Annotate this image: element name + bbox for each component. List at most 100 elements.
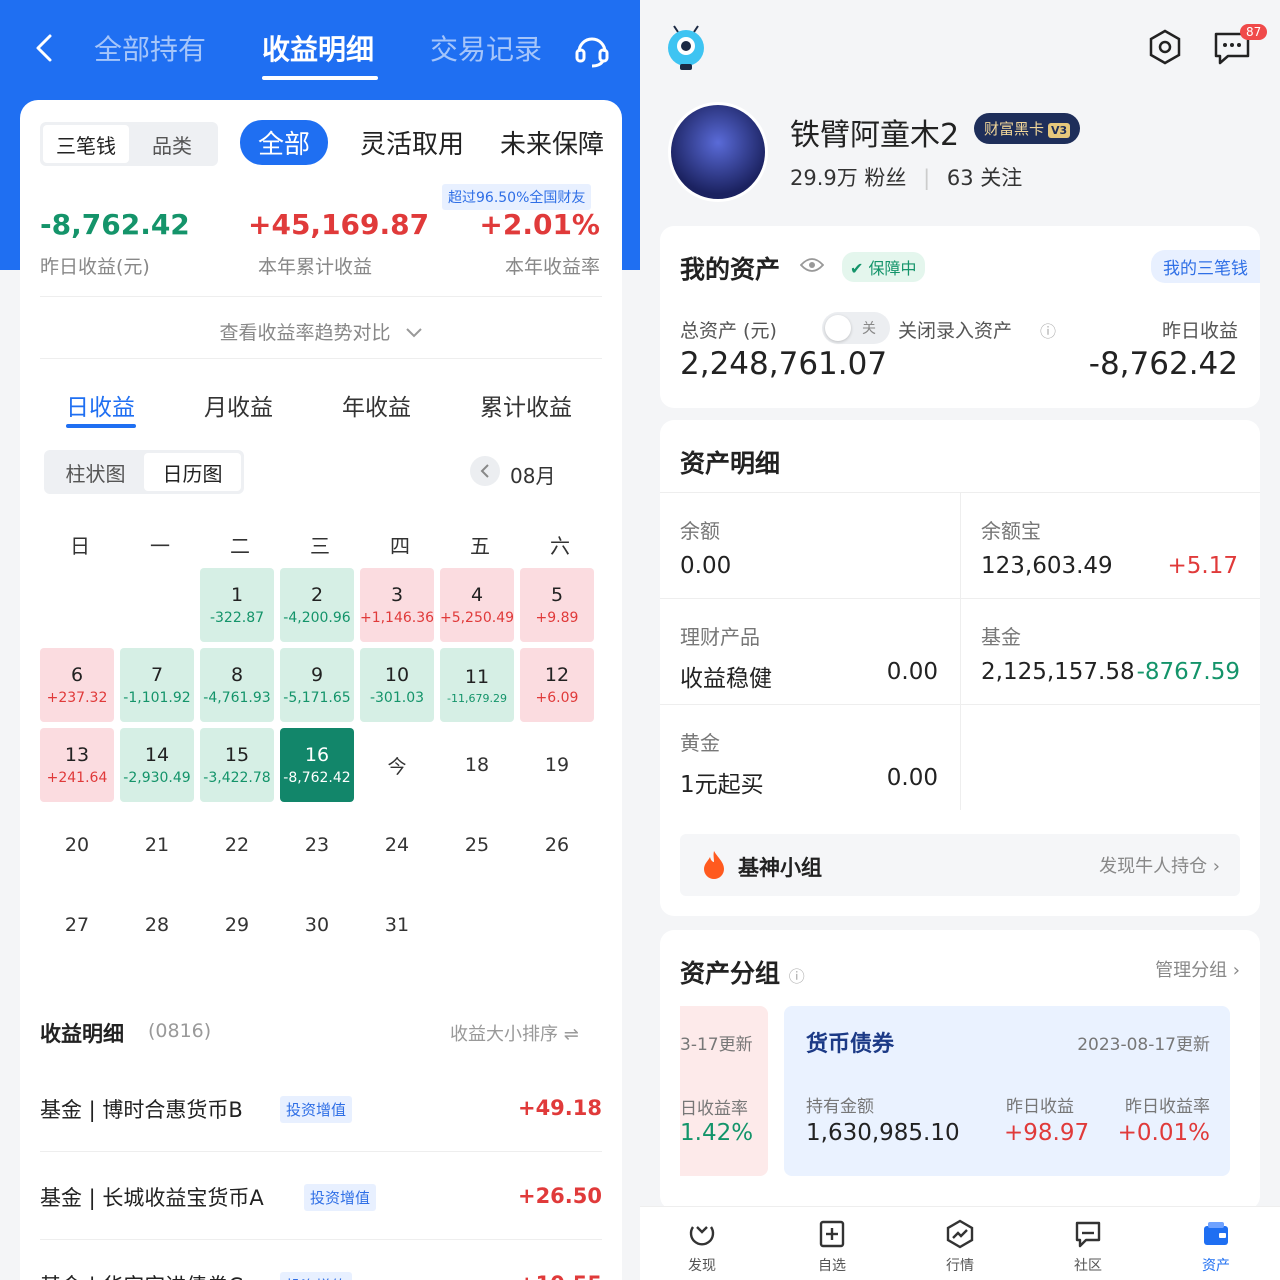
weekday-mon: 一: [150, 534, 170, 558]
toggle-state: 关: [862, 321, 876, 337]
calendar-date: 28: [144, 914, 170, 936]
my-three-money-button[interactable]: 我的三笔钱: [1151, 250, 1260, 283]
calendar-day-30[interactable]: 30: [280, 888, 354, 962]
view-bar-chart[interactable]: 柱状图: [47, 453, 144, 491]
category-all[interactable]: 全部: [240, 120, 329, 165]
segment-three-money[interactable]: 三笔钱: [43, 125, 129, 163]
avatar[interactable]: [668, 102, 768, 202]
tab-income-detail[interactable]: 收益明细: [262, 28, 374, 68]
sort-by-income-button[interactable]: 收益大小排序 ⇌: [450, 1020, 579, 1046]
calendar-day-29[interactable]: 29: [200, 888, 274, 962]
yesterday-income-label: 昨日收益: [1161, 320, 1238, 342]
tab-market[interactable]: 行情: [920, 1219, 1000, 1275]
calendar-day-5[interactable]: 5 +9.89: [520, 568, 594, 642]
calendar-day-6[interactable]: 6 +237.32: [40, 648, 114, 722]
asset-amount: 0.00: [886, 765, 938, 791]
tab-assets[interactable]: 资产: [1176, 1219, 1256, 1275]
back-arrow-icon[interactable]: [28, 30, 64, 66]
calendar-date: 31: [384, 914, 410, 936]
tab-cumulative-income[interactable]: 累计收益: [480, 388, 572, 422]
manage-groups-link[interactable]: 管理分组 ›: [1155, 956, 1240, 982]
calendar-day-8[interactable]: 8 -4,761.93: [200, 648, 274, 722]
calendar-date: 15: [224, 744, 250, 766]
calendar-day-13[interactable]: 13 +241.64: [40, 728, 114, 802]
calendar-day-24[interactable]: 24: [360, 808, 434, 882]
prev-month-button[interactable]: [470, 456, 500, 486]
trend-compare-link[interactable]: 查看收益率趋势对比: [20, 318, 622, 345]
tab-transactions[interactable]: 交易记录: [430, 28, 542, 68]
category-flexible[interactable]: 灵活取用: [360, 124, 464, 161]
vip-badge[interactable]: 财富黑卡 V3: [974, 113, 1081, 144]
follow-count[interactable]: 63 关注: [947, 166, 1022, 190]
divider: [40, 296, 602, 297]
settings-icon[interactable]: [1146, 28, 1184, 66]
tab-watchlist[interactable]: 自选: [792, 1219, 872, 1275]
group-update-date: 2023-08-17更新: [1077, 1035, 1210, 1055]
asset-cell-wealth-products[interactable]: 理财产品 收益稳健 0.00: [660, 598, 960, 704]
fund-row[interactable]: 基金 | 长城收益宝货币A 投资增值 +26.50: [40, 1152, 602, 1240]
calendar-day-23[interactable]: 23: [280, 808, 354, 882]
active-tab-underline: [262, 76, 378, 80]
help-icon[interactable]: ⓘ: [1040, 318, 1056, 342]
segment-category[interactable]: 品类: [129, 125, 215, 163]
calendar-date: 11: [464, 665, 490, 688]
calendar-income: +241.64: [46, 770, 108, 786]
discover-holdings-link[interactable]: 发现牛人持仓 ›: [1099, 852, 1220, 878]
customer-service-icon[interactable]: [572, 30, 612, 70]
asset-cell-yuebao[interactable]: 余额宝 123,603.49 +5.17: [960, 492, 1260, 598]
fund-master-group-banner[interactable]: 基神小组 发现牛人持仓 ›: [680, 834, 1240, 896]
calendar-income: -8,762.42: [283, 770, 351, 786]
tab-community[interactable]: 社区: [1048, 1219, 1128, 1275]
calendar-day-16[interactable]: 16 -8,762.42: [280, 728, 354, 802]
tab-discover[interactable]: 发现: [662, 1219, 742, 1275]
calendar-day-22[interactable]: 22: [200, 808, 274, 882]
calendar-day-27[interactable]: 27: [40, 888, 114, 962]
calendar-day-9[interactable]: 9 -5,171.65: [280, 648, 354, 722]
calendar-day-31[interactable]: 31: [360, 888, 434, 962]
calendar-day-15[interactable]: 15 -3,422.78: [200, 728, 274, 802]
calendar-income: -11,679.29: [447, 691, 507, 705]
calendar-date: 8: [230, 664, 244, 686]
eye-icon[interactable]: [800, 256, 824, 274]
calendar-day-11[interactable]: 11 -11,679.29: [440, 648, 514, 722]
calendar-day-28[interactable]: 28: [120, 888, 194, 962]
fund-row[interactable]: 基金 | 华安安进债券C 投资增值 +10.55: [40, 1240, 602, 1280]
calendar-day-4[interactable]: 4 +5,250.49: [440, 568, 514, 642]
view-calendar[interactable]: 日历图: [144, 453, 241, 491]
asset-cell-fund[interactable]: 基金 2,125,157.58 -8767.59: [960, 598, 1260, 704]
calendar-day-19[interactable]: 19: [520, 728, 594, 802]
category-future[interactable]: 未来保障: [500, 124, 622, 161]
calendar-day-3[interactable]: 3 +1,146.36: [360, 568, 434, 642]
calendar-day-26[interactable]: 26: [520, 808, 594, 882]
fund-name: 基金 | 博时合惠货币B: [40, 1098, 243, 1122]
fund-row[interactable]: 基金 | 博时合惠货币B 投资增值 +49.18: [40, 1064, 602, 1152]
calendar-day-12[interactable]: 12 +6.09: [520, 648, 594, 722]
calendar-day-25[interactable]: 25: [440, 808, 514, 882]
calendar-day-10[interactable]: 10 -301.03: [360, 648, 434, 722]
asset-cell-gold[interactable]: 黄金 1元起买 0.00: [660, 704, 960, 810]
calendar-day-14[interactable]: 14 -2,930.49: [120, 728, 194, 802]
tab-all-holdings[interactable]: 全部持有: [94, 28, 206, 68]
my-assets-title: 我的资产: [680, 255, 781, 284]
tab-daily-income[interactable]: 日收益: [66, 388, 135, 422]
protection-status-badge[interactable]: ✔ 保障中: [842, 252, 925, 282]
calendar-date: 12: [544, 664, 570, 686]
calendar-day-21[interactable]: 21: [120, 808, 194, 882]
asset-cell-balance[interactable]: 余额 0.00: [660, 492, 960, 598]
calendar-day-1[interactable]: 1 -322.87: [200, 568, 274, 642]
wallet-icon: [1204, 1222, 1228, 1245]
group-card-partial[interactable]: 3-17更新 日收益率 1.42%: [680, 1006, 768, 1176]
record-assets-toggle[interactable]: 关: [822, 312, 890, 344]
calendar-day-20[interactable]: 20: [40, 808, 114, 882]
help-icon[interactable]: ⓘ: [789, 967, 805, 986]
calendar-day-18[interactable]: 18: [440, 728, 514, 802]
chevron-down-icon: [405, 328, 422, 338]
calendar-day-7[interactable]: 7 -1,101.92: [120, 648, 194, 722]
tab-monthly-income[interactable]: 月收益: [204, 388, 273, 422]
asset-amount: 0.00: [886, 659, 938, 685]
calendar-day-今[interactable]: 今: [360, 728, 434, 802]
group-card-money-bond[interactable]: 货币债券 2023-08-17更新 持有金额 1,630,985.10 昨日收益…: [784, 1006, 1230, 1176]
calendar-day-2[interactable]: 2 -4,200.96: [280, 568, 354, 642]
fans-count[interactable]: 29.9万 粉丝: [790, 166, 906, 190]
tab-yearly-income[interactable]: 年收益: [342, 388, 411, 422]
